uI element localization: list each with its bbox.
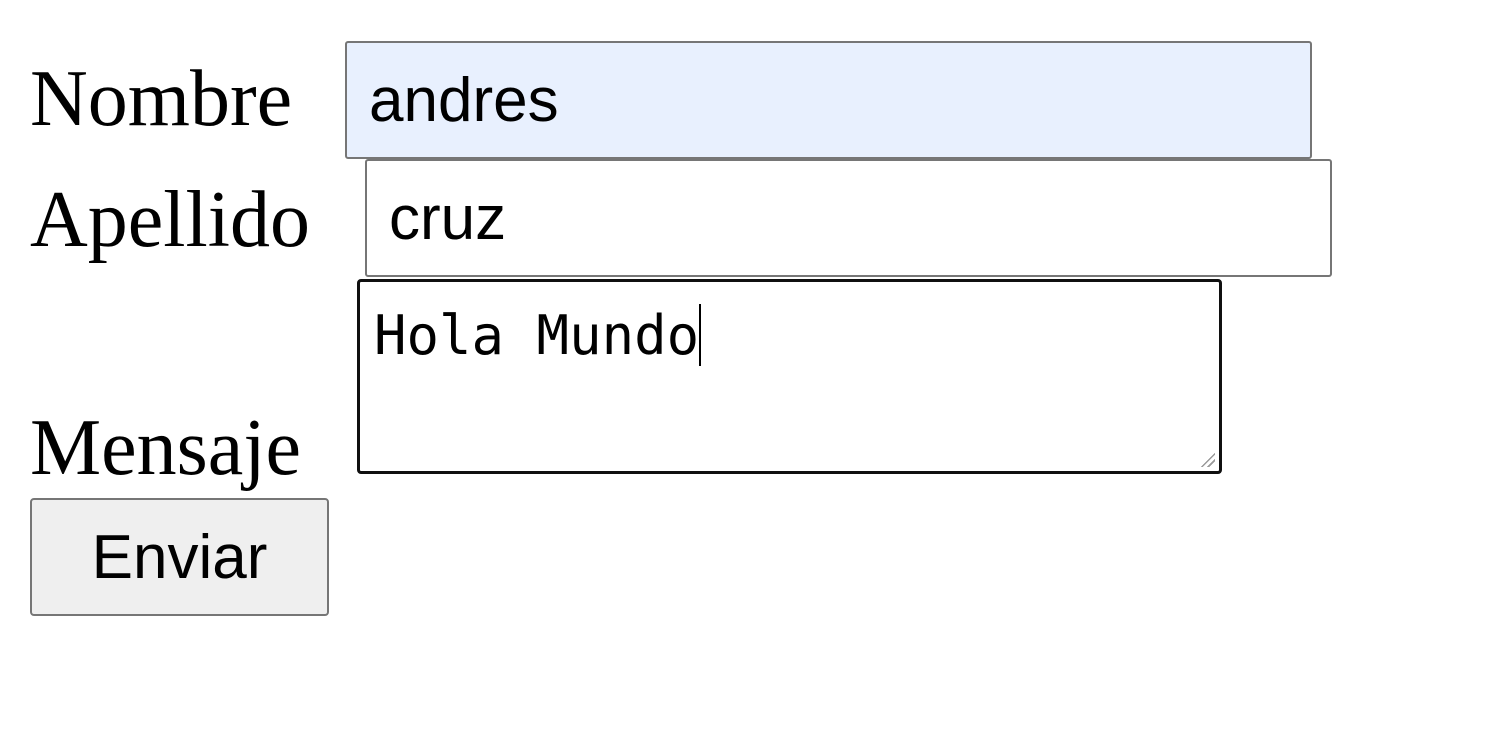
apellido-input[interactable]: cruz (365, 159, 1332, 277)
nombre-input[interactable]: andres (345, 41, 1312, 159)
apellido-value: cruz (389, 183, 507, 253)
nombre-label: Nombre (30, 55, 293, 143)
mensaje-label: Mensaje (30, 404, 302, 492)
apellido-label: Apellido (30, 176, 310, 264)
resize-handle-icon[interactable] (1199, 451, 1215, 467)
mensaje-value: Hola Mundo (374, 304, 700, 367)
nombre-value: andres (369, 65, 559, 135)
enviar-button[interactable]: Enviar (30, 498, 329, 616)
mensaje-textarea[interactable]: Hola Mundo (357, 279, 1222, 474)
text-caret (699, 304, 702, 366)
